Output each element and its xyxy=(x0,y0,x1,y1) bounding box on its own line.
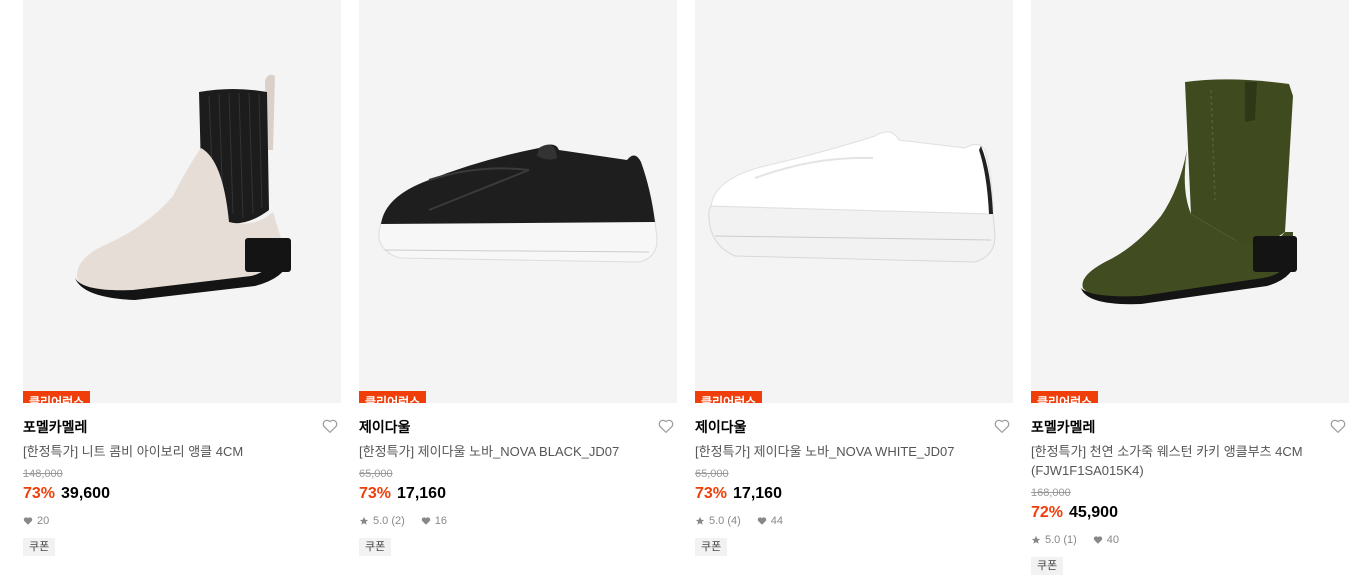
like-count: 20 xyxy=(37,515,50,527)
product-name[interactable]: [한정특가] 천연 소가죽 웨스턴 카키 앵클부츠 4CM (FJW1F1SA0… xyxy=(1031,442,1331,480)
original-price: 148,000 xyxy=(23,468,63,480)
product-meta: 20 xyxy=(23,514,341,528)
original-price: 65,000 xyxy=(359,468,393,480)
product-image[interactable]: 클리어런스 xyxy=(359,0,677,403)
discount-rate: 73% xyxy=(23,485,56,502)
product-image[interactable]: 클리어런스 xyxy=(23,0,341,403)
product-name[interactable]: [한정특가] 제이다울 노바_NOVA WHITE_JD07 xyxy=(695,442,995,461)
like-count: 40 xyxy=(1106,534,1120,546)
rating-text: 5.0 (1) xyxy=(1045,534,1077,546)
product-image[interactable]: 클리어런스 xyxy=(695,0,1013,403)
clearance-badge: 클리어런스 xyxy=(1031,391,1099,403)
wishlist-heart-icon[interactable] xyxy=(1329,417,1347,435)
discount-rate: 72% xyxy=(1031,504,1064,521)
clearance-badge: 클리어런스 xyxy=(695,391,763,403)
wishlist-heart-icon[interactable] xyxy=(657,417,675,435)
price-row: 73% 17,160 xyxy=(695,484,1013,504)
discount-rate: 73% xyxy=(695,485,728,502)
price-row: 72% 45,900 xyxy=(1031,503,1349,523)
wishlist-heart-icon[interactable] xyxy=(321,417,339,435)
ivory-knit-chelsea-boot-image xyxy=(75,74,291,300)
coupon-badge: 쿠폰 xyxy=(23,538,56,556)
like-heart-icon xyxy=(23,517,33,525)
coupon-badge: 쿠폰 xyxy=(695,538,728,556)
clearance-badge: 클리어런스 xyxy=(359,391,427,403)
like-count: 44 xyxy=(770,515,784,527)
product-image[interactable]: 클리어런스 xyxy=(1031,0,1349,403)
black-slip-on-sneaker-image xyxy=(378,144,658,263)
rating-text: 5.0 (4) xyxy=(709,515,741,527)
original-price: 168,000 xyxy=(1031,487,1071,499)
product-name[interactable]: [한정특가] 제이다울 노바_NOVA BLACK_JD07 xyxy=(359,442,659,461)
wishlist-heart-icon[interactable] xyxy=(993,417,1011,435)
product-name[interactable]: [한정특가] 니트 콤비 아이보리 앵클 4CM xyxy=(23,442,323,461)
like-heart-icon xyxy=(757,517,766,525)
product-card[interactable]: 클리어런스 포멜카멜레 [한정특가] 천연 소가죽 웨스턴 카키 앵클부츠 4C… xyxy=(1031,0,1349,575)
sale-price: 17,160 xyxy=(733,485,782,502)
sale-price: 39,600 xyxy=(61,485,110,502)
brand-name[interactable]: 제이다울 xyxy=(695,417,1013,437)
khaki-suede-western-boot-image xyxy=(1081,79,1297,305)
product-card[interactable]: 클리어런스 포멜카멜레 [한정특가] 니트 콤비 아이보리 앵클 4CM 148… xyxy=(23,0,341,556)
price-row: 73% 39,600 xyxy=(23,484,341,504)
star-icon xyxy=(695,516,705,525)
brand-name[interactable]: 제이다울 xyxy=(359,417,677,437)
product-grid: 클리어런스 포멜카멜레 [한정특가] 니트 콤비 아이보리 앵클 4CM 148… xyxy=(0,0,1355,575)
like-heart-icon xyxy=(1093,536,1102,544)
like-heart-icon xyxy=(421,517,430,525)
star-icon xyxy=(1031,535,1041,544)
product-meta: 5.0 (2) 16 xyxy=(359,514,677,528)
like-count: 16 xyxy=(434,515,448,527)
brand-name[interactable]: 포멜카멜레 xyxy=(1031,417,1349,437)
original-price: 65,000 xyxy=(695,468,729,480)
product-meta: 5.0 (1) 40 xyxy=(1031,533,1349,547)
coupon-badge: 쿠폰 xyxy=(1031,557,1064,575)
white-slip-on-sneaker-image xyxy=(708,131,996,263)
star-icon xyxy=(359,516,369,525)
price-row: 73% 17,160 xyxy=(359,484,677,504)
brand-name[interactable]: 포멜카멜레 xyxy=(23,417,341,437)
clearance-badge: 클리어런스 xyxy=(23,391,91,403)
rating-text: 5.0 (2) xyxy=(373,515,405,527)
sale-price: 45,900 xyxy=(1069,504,1118,521)
product-card[interactable]: 클리어런스 제이다울 [한정특가] 제이다울 노바_NOVA BLACK_JD0… xyxy=(359,0,677,556)
product-meta: 5.0 (4) 44 xyxy=(695,514,1013,528)
discount-rate: 73% xyxy=(359,485,392,502)
coupon-badge: 쿠폰 xyxy=(359,538,392,556)
product-card[interactable]: 클리어런스 제이다울 [한정특가] 제이다울 노바_NOVA WHITE_JD0… xyxy=(695,0,1013,556)
sale-price: 17,160 xyxy=(397,485,446,502)
